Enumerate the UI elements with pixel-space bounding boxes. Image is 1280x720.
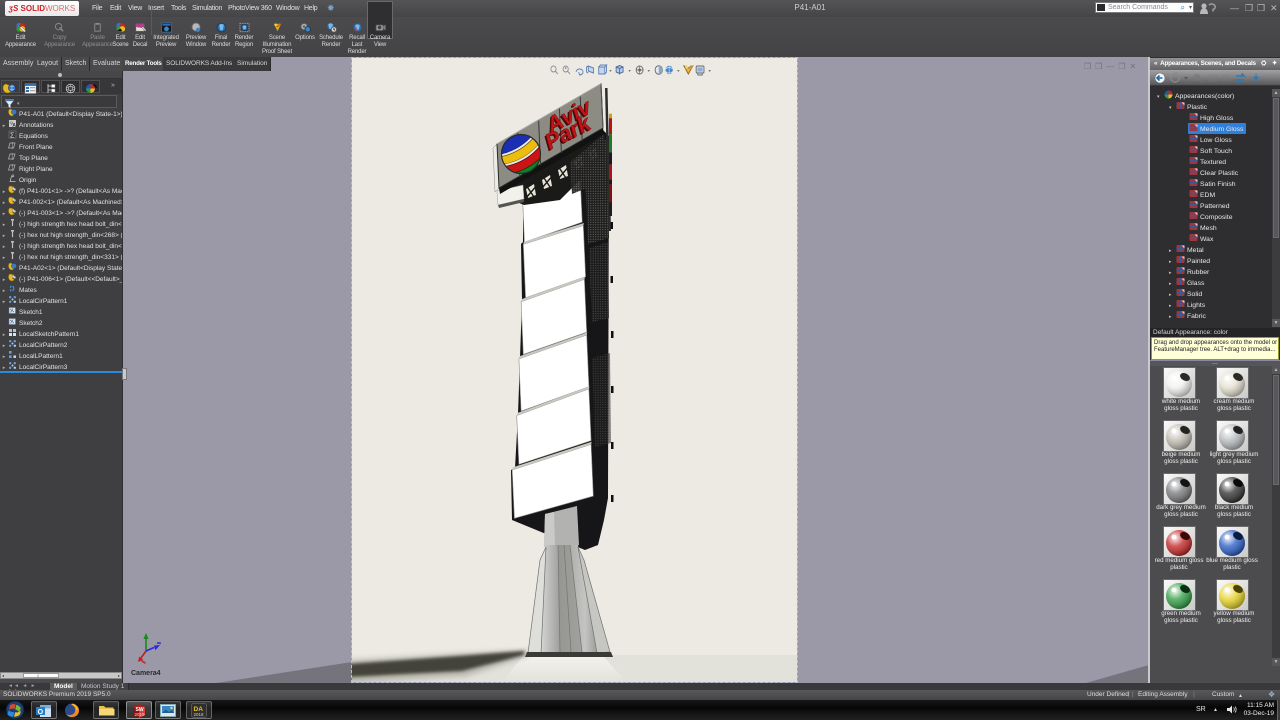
svg-text:Σ: Σ bbox=[10, 132, 15, 139]
svg-text:2019: 2019 bbox=[135, 712, 146, 717]
svg-text:O: O bbox=[38, 709, 44, 716]
svg-text:2018: 2018 bbox=[194, 712, 205, 717]
